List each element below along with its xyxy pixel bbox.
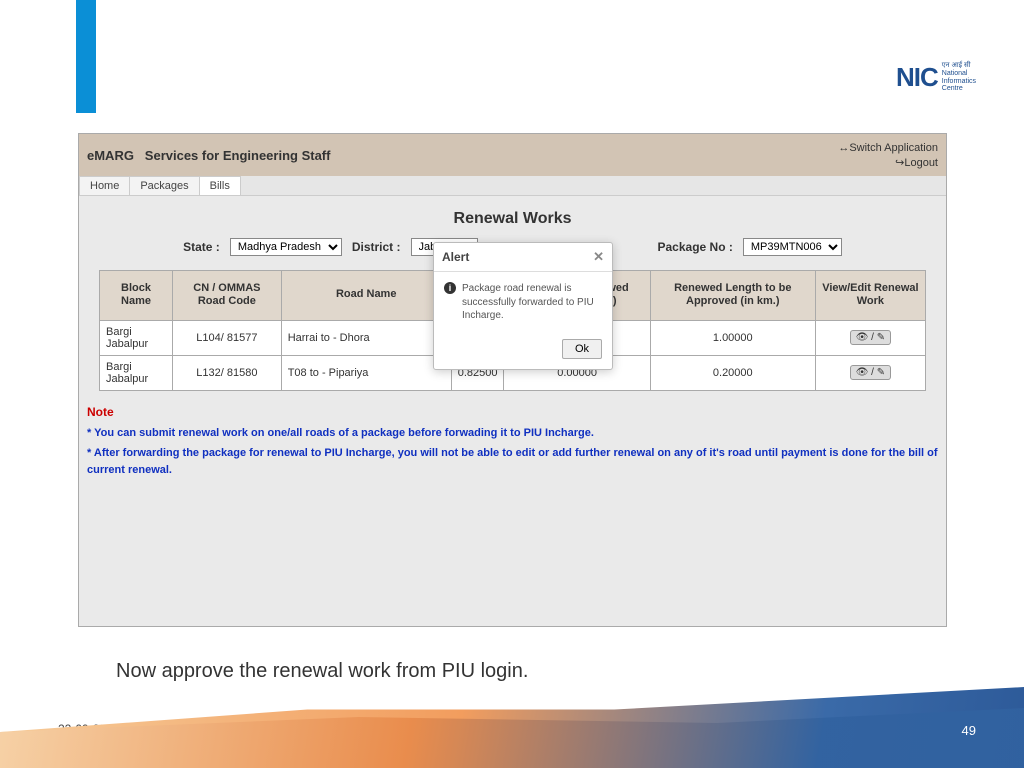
switch-application-link[interactable]: ↔Switch Application bbox=[838, 141, 938, 155]
state-select[interactable]: Madhya Pradesh bbox=[230, 238, 342, 256]
app-title: eMARG Services for Engineering Staff bbox=[87, 148, 330, 163]
package-label: Package No : bbox=[658, 240, 733, 254]
view-edit-button[interactable]: 👁 / ✎ bbox=[850, 330, 891, 345]
nic-logo: NIC एन आई सी National Informatics Centre bbox=[896, 62, 976, 93]
col-action: View/Edit Renewal Work bbox=[815, 271, 925, 321]
tab-packages[interactable]: Packages bbox=[129, 176, 199, 195]
accent-bar bbox=[76, 0, 96, 113]
page-title: Renewal Works bbox=[79, 196, 946, 238]
note-line-1: * You can submit renewal work on one/all… bbox=[79, 423, 946, 444]
col-code: CN / OMMAS Road Code bbox=[173, 271, 282, 321]
col-approved: Renewed Length to be Approved (in km.) bbox=[650, 271, 815, 321]
info-icon: i bbox=[444, 282, 456, 294]
header-links: ↔Switch Application ↪Logout bbox=[838, 141, 938, 170]
note-label: Note bbox=[79, 391, 946, 423]
modal-title: Alert bbox=[442, 250, 469, 264]
modal-message: Package road renewal is successfully for… bbox=[462, 282, 602, 323]
modal-footer: Ok bbox=[434, 333, 612, 369]
district-label: District : bbox=[352, 240, 401, 254]
logout-link[interactable]: ↪Logout bbox=[838, 155, 938, 170]
ok-button[interactable]: Ok bbox=[562, 339, 602, 359]
page-number: 49 bbox=[962, 723, 976, 738]
state-label: State : bbox=[183, 240, 220, 254]
slide-caption: Now approve the renewal work from PIU lo… bbox=[116, 660, 528, 683]
package-select[interactable]: MP39MTN006 bbox=[743, 238, 842, 256]
modal-header: Alert ✕ bbox=[434, 243, 612, 272]
close-icon[interactable]: ✕ bbox=[593, 249, 604, 265]
nic-tagline: एन आई सी National Informatics Centre bbox=[942, 62, 976, 93]
modal-body: i Package road renewal is successfully f… bbox=[434, 272, 612, 333]
app-window: eMARG Services for Engineering Staff ↔Sw… bbox=[78, 133, 947, 627]
app-header: eMARG Services for Engineering Staff ↔Sw… bbox=[79, 134, 946, 176]
alert-modal: Alert ✕ i Package road renewal is succes… bbox=[433, 242, 613, 370]
col-road: Road Name bbox=[281, 271, 451, 321]
note-line-2: * After forwarding the package for renew… bbox=[79, 443, 946, 480]
tab-home[interactable]: Home bbox=[79, 176, 130, 195]
view-edit-button[interactable]: 👁 / ✎ bbox=[850, 365, 891, 380]
tab-bar: Home Packages Bills bbox=[79, 176, 946, 196]
tab-bills[interactable]: Bills bbox=[199, 176, 241, 195]
nic-mark: NIC bbox=[896, 62, 938, 93]
col-block: Block Name bbox=[100, 271, 173, 321]
